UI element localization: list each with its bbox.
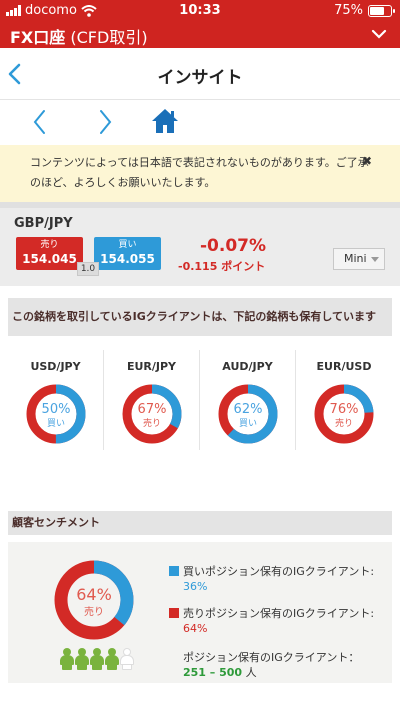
buy-legend-value: 36% xyxy=(183,580,208,593)
donut-chart: 50% 買い xyxy=(26,384,85,444)
caret-down-icon xyxy=(371,257,379,262)
donut-side: 買い xyxy=(238,418,256,429)
donut-percent: 67% xyxy=(137,402,166,417)
chevron-down-icon[interactable] xyxy=(370,25,388,43)
donut-side: 売り xyxy=(142,417,160,429)
account-title-main: FX口座 xyxy=(10,28,66,47)
instrument-symbol: GBP/JPY xyxy=(14,216,73,231)
donut-chart: 76% 売り xyxy=(314,384,374,444)
battery-percent: 75% xyxy=(334,3,363,18)
app-header[interactable]: FX口座 (CFD取引) xyxy=(0,22,400,48)
related-item-name: USD/JPY xyxy=(30,360,81,373)
sentiment-panel: 64% 売り 買いポジション保有のIGクライアント: 36% 売りポジション保有… xyxy=(8,542,392,683)
donut-percent: 62% xyxy=(233,402,262,417)
battery-icon xyxy=(368,4,395,17)
buy-legend-swatch xyxy=(169,566,179,576)
related-item-name: AUD/JPY xyxy=(222,360,273,373)
person-icon xyxy=(90,648,104,670)
person-icon xyxy=(105,648,119,670)
nav-bar: インサイト xyxy=(0,48,400,100)
notice-text: コンテンツによっては日本語で表記されないものがあります。ご了承のほど、よろしくお… xyxy=(30,156,369,189)
buy-button[interactable]: 買い 154.055 xyxy=(94,237,161,270)
size-select[interactable]: Mini xyxy=(333,248,385,270)
account-title[interactable]: FX口座 (CFD取引) xyxy=(10,24,148,48)
account-title-sub: (CFD取引) xyxy=(70,28,148,47)
toolbar xyxy=(0,101,400,143)
related-item[interactable]: USD/JPY 50% 買い xyxy=(8,350,104,450)
sentiment-percent: 64% xyxy=(76,585,112,604)
spread-badge: 1.0 xyxy=(77,262,99,276)
buy-price: 154.055 xyxy=(100,252,155,266)
close-icon[interactable]: ✖ xyxy=(362,151,372,171)
size-select-value: Mini xyxy=(344,252,367,265)
change-percent: -0.07% xyxy=(200,236,267,256)
donut-chart: 67% 売り xyxy=(122,384,181,444)
sell-price: 154.045 xyxy=(22,252,77,266)
notice-banner: コンテンツによっては日本語で表記されないものがあります。ご了承のほど、よろしくお… xyxy=(0,145,400,202)
home-icon[interactable] xyxy=(150,106,180,136)
related-item-name: EUR/USD xyxy=(316,360,372,373)
sentiment-side: 売り xyxy=(84,605,104,618)
related-instruments: USD/JPY 50% 買い EUR/JPY 67% 売り AUD/JPY 62… xyxy=(8,350,392,450)
status-right: 75% xyxy=(334,3,395,18)
sell-legend-value: 64% xyxy=(183,622,208,635)
buy-label: 買い xyxy=(118,240,137,250)
buy-legend: 買いポジション保有のIGクライアント: 36% xyxy=(169,564,375,594)
change-points: -0.115 ポイント xyxy=(178,260,266,273)
buy-legend-label: 買いポジション保有のIGクライアント: xyxy=(183,565,375,578)
related-item[interactable]: EUR/USD 76% 売り xyxy=(296,350,392,450)
related-item-name: EUR/JPY xyxy=(126,360,177,373)
sell-legend-label: 売りポジション保有のIGクライアント: xyxy=(183,607,375,620)
person-icon xyxy=(75,648,89,670)
sentiment-heading: 顧客センチメント xyxy=(8,511,392,535)
related-item[interactable]: AUD/JPY 62% 買い xyxy=(200,350,296,450)
clients-range: 251 – 500 xyxy=(183,666,243,679)
client-people-icons xyxy=(60,648,134,670)
related-heading: この銘柄を取引しているIGクライアントは、下記の銘柄も保有しています xyxy=(8,298,392,336)
page-title: インサイト xyxy=(157,68,243,88)
status-bar: docomo 10:33 75% xyxy=(0,0,400,22)
clients-unit: 人 xyxy=(245,666,257,679)
related-item[interactable]: EUR/JPY 67% 売り xyxy=(104,350,200,450)
clients-label: ポジション保有のIGクライアント： xyxy=(183,651,360,664)
donut-side: 買い xyxy=(46,418,64,429)
clients-count: ポジション保有のIGクライアント： 251 – 500 人 xyxy=(183,650,359,680)
donut-percent: 50% xyxy=(41,402,70,417)
sentiment-donut-chart: 64% 売り xyxy=(54,560,134,640)
chevron-right-icon[interactable] xyxy=(95,107,115,137)
donut-percent: 76% xyxy=(330,402,359,417)
sell-label: 売り xyxy=(40,240,59,250)
chevron-left-icon[interactable] xyxy=(30,107,50,137)
sell-button[interactable]: 売り 154.045 xyxy=(16,237,83,270)
ticker-panel: GBP/JPY 売り 154.045 買い 154.055 1.0 -0.07%… xyxy=(0,208,400,286)
battery-fill xyxy=(370,6,385,15)
donut-chart: 62% 買い xyxy=(218,384,277,444)
person-icon xyxy=(60,648,74,670)
sell-legend: 売りポジション保有のIGクライアント: 64% xyxy=(169,606,375,636)
sell-legend-swatch xyxy=(169,608,179,618)
person-icon xyxy=(120,648,134,670)
donut-side: 売り xyxy=(335,417,353,429)
